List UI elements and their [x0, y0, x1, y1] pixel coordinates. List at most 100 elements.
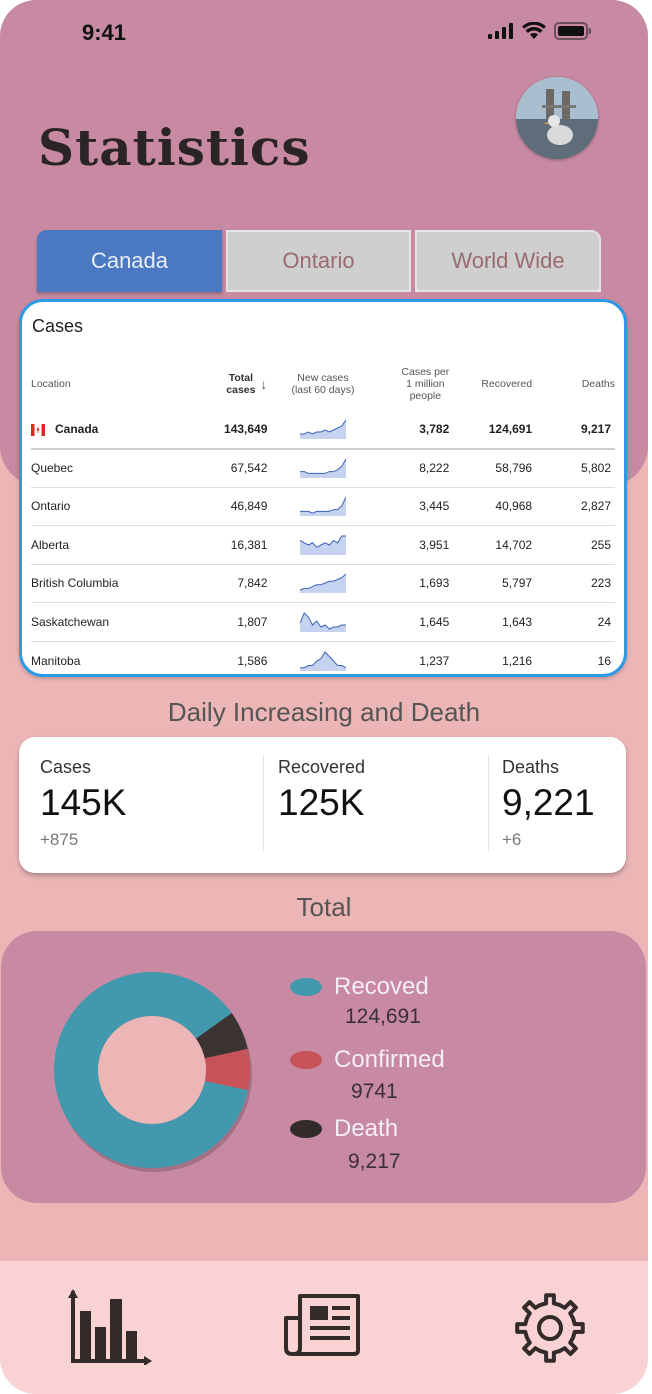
divider [488, 755, 489, 851]
cell-total-cases: 16,381 [182, 525, 268, 564]
col-new-cases[interactable]: New cases (last 60 days) [267, 358, 378, 410]
table-row[interactable]: Saskatchewan 1,807 1,645 1,643 24 [31, 602, 615, 641]
stat-recovered-value: 125K [278, 782, 365, 823]
cell-location: Quebec [31, 448, 183, 487]
col-new-line1: New cases [297, 372, 349, 384]
cases-card: Cases Location Total cases ↓ New cases (… [19, 299, 627, 677]
table-row[interactable]: Alberta 16,381 3,951 14,702 255 [31, 525, 615, 564]
region-tabs: Canada Ontario World Wide [37, 230, 601, 292]
cell-recovered: 1,216 [449, 640, 533, 674]
cell-cases-per-million: 8,222 [378, 448, 450, 487]
stat-recovered: Recovered 125K [278, 757, 365, 824]
stat-cases-delta: +875 [40, 830, 79, 849]
cell-location-text: Ontario [31, 499, 71, 514]
cell-location: Ontario [31, 486, 183, 526]
cell-deaths: 9,217 [532, 410, 615, 450]
bar-chart-icon [68, 1289, 152, 1366]
legend-name-death: Death [334, 1115, 399, 1142]
col-cases-per-million[interactable]: Cases per 1 million people [379, 358, 450, 410]
sparkline [299, 573, 347, 594]
legend-dot-recovered [290, 978, 322, 996]
sparkline [299, 611, 346, 632]
daily-section-title: Daily Increasing and Death [167, 697, 481, 727]
bottom-nav [0, 1261, 648, 1394]
col-total-line2: cases [226, 384, 256, 396]
table-row[interactable]: Manitoba 1,586 1,237 1,216 16 [31, 640, 615, 674]
cases-card-title: Cases [32, 316, 84, 336]
tab-canada[interactable]: Canada [37, 230, 222, 292]
cell-location-text: Canada [55, 421, 99, 436]
nav-settings[interactable] [513, 1291, 587, 1370]
cell-total-cases: 1,807 [182, 602, 268, 641]
cell-location-text: Saskatchewan [31, 614, 110, 629]
cell-total-cases: 1,586 [182, 640, 268, 674]
legend-name-recovered: Recoved [334, 973, 429, 1000]
legend-name-confirmed: Confirmed [334, 1046, 445, 1073]
col-deaths[interactable]: Deaths [532, 358, 615, 410]
cell-new-cases-trend [267, 563, 379, 603]
col-per-m-line3: people [409, 390, 442, 402]
stat-deaths-label: Deaths [502, 757, 560, 777]
cell-total-cases: 67,542 [182, 448, 268, 487]
legend-dot-confirmed [290, 1051, 322, 1069]
cell-recovered: 1,643 [449, 602, 533, 641]
cell-location-text: Quebec [31, 461, 74, 475]
cell-total-cases: 7,842 [182, 563, 268, 603]
cell-total-cases: 143,649 [182, 410, 268, 450]
app-screen: 9:41 Statistics Canada Ontario World Wid… [0, 0, 648, 1394]
signal-icon [488, 23, 513, 39]
col-per-m-line1: Cases per [401, 366, 450, 378]
legend-dot-death [290, 1120, 322, 1138]
cases-table-header: Location Total cases ↓ New cases (last 6… [31, 358, 615, 410]
wifi-icon [522, 22, 546, 39]
col-total-cases[interactable]: Total cases ↓ [183, 358, 268, 410]
sort-arrow-icon: ↓ [260, 376, 268, 392]
cell-recovered: 5,797 [449, 563, 533, 603]
tab-ontario[interactable]: Ontario [226, 230, 411, 292]
cell-cases-per-million: 1,237 [378, 640, 450, 674]
cell-new-cases-trend [267, 525, 379, 564]
cell-location-text: Manitoba [31, 653, 81, 668]
cell-new-cases-trend [267, 486, 379, 526]
cell-new-cases-trend [267, 410, 379, 450]
cell-new-cases-trend [267, 640, 379, 674]
cell-location: Manitoba [31, 640, 183, 674]
sparkline [299, 419, 347, 439]
cell-deaths: 5,802 [532, 448, 615, 487]
cell-deaths: 16 [532, 640, 615, 674]
nav-statistics[interactable] [68, 1289, 154, 1370]
tab-world-wide[interactable]: World Wide [415, 230, 601, 292]
avatar[interactable] [516, 77, 598, 159]
divider [263, 755, 264, 851]
stat-deaths-delta: +6 [502, 830, 522, 849]
col-new-line2: (last 60 days) [291, 384, 355, 396]
table-row[interactable]: British Columbia 7,842 1,693 5,797 223 [31, 563, 615, 603]
donut-chart [53, 972, 252, 1172]
cell-cases-per-million: 3,951 [378, 525, 450, 564]
legend-item-confirmed: Confirmed [290, 1046, 445, 1074]
col-location[interactable]: Location [31, 358, 183, 410]
legend-value-recovered: 124,691 [345, 1005, 421, 1028]
canada-flag-icon [31, 423, 45, 436]
cell-location-text: Alberta [31, 537, 70, 552]
nav-news[interactable] [282, 1292, 362, 1363]
cases-table: Location Total cases ↓ New cases (last 6… [31, 358, 615, 674]
sparkline [299, 497, 347, 517]
table-row-total[interactable]: Canada 143,649 3,782 124,691 9,217 [31, 410, 615, 450]
total-section-title: Total [296, 892, 352, 922]
col-recovered[interactable]: Recovered [449, 358, 532, 410]
legend-value-confirmed: 9741 [351, 1080, 398, 1103]
sparkline-area [299, 419, 346, 439]
table-row[interactable]: Quebec 67,542 8,222 58,796 5,802 [31, 448, 615, 487]
sparkline-area [299, 497, 346, 517]
gear-icon [515, 1293, 585, 1363]
stat-cases-value: 145K [40, 782, 127, 823]
cell-recovered: 124,691 [449, 410, 533, 450]
cell-new-cases-trend [267, 602, 379, 641]
table-row[interactable]: Ontario 46,849 3,445 40,968 2,827 [31, 486, 615, 526]
cell-cases-per-million: 3,782 [378, 410, 450, 450]
cell-cases-per-million: 3,445 [378, 486, 450, 526]
cases-table-body: Canada 143,649 3,782 124,691 9,217 Quebec 67,5… [31, 410, 615, 674]
cell-location: Canada [31, 410, 183, 450]
cell-cases-per-million: 1,693 [378, 563, 450, 603]
